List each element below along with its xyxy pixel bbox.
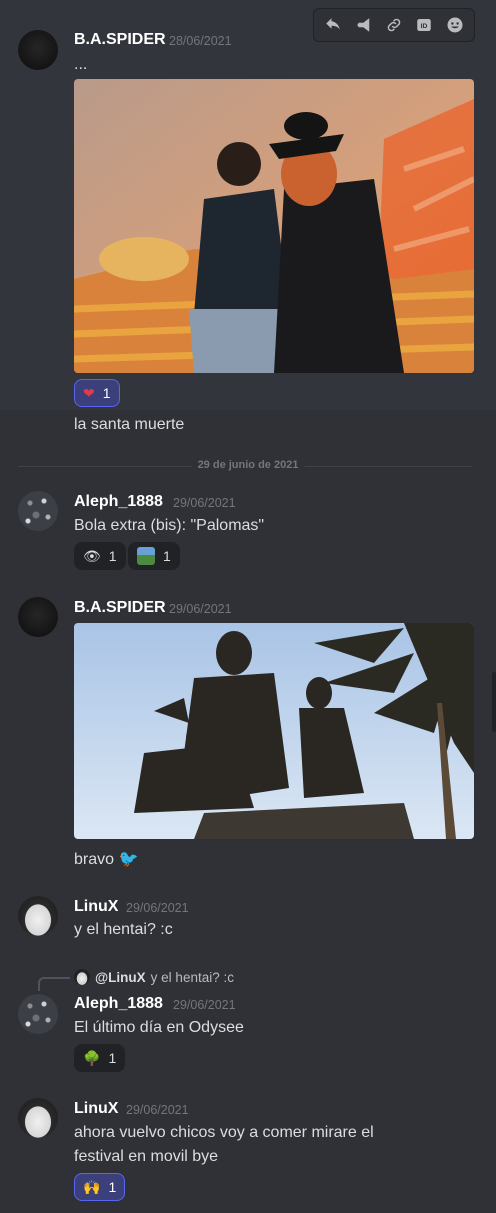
- reaction-count: 1: [108, 548, 117, 564]
- reply-username[interactable]: @LinuX: [95, 970, 146, 985]
- avatar[interactable]: [18, 1098, 58, 1138]
- username[interactable]: Aleph_1888: [74, 995, 163, 1013]
- message-text: ...: [74, 56, 88, 73]
- avatar[interactable]: [18, 994, 58, 1034]
- pin-icon[interactable]: [352, 13, 376, 37]
- reaction-count: 1: [108, 1179, 117, 1195]
- timestamp: 29/06/2021: [173, 998, 236, 1012]
- timestamp: 29/06/2021: [126, 1103, 189, 1117]
- scrollbar-thumb[interactable]: [492, 672, 496, 732]
- reply-connector: [38, 977, 70, 991]
- image-attachment[interactable]: [74, 79, 474, 373]
- reaction-count: 1: [163, 548, 171, 564]
- message-text: bravo 🐦: [74, 851, 139, 868]
- avatar[interactable]: [18, 896, 58, 936]
- username[interactable]: B.A.SPIDER: [74, 599, 166, 617]
- timestamp: 28/06/2021: [169, 34, 232, 48]
- reaction-custom-emoji[interactable]: 🌳 1: [74, 1044, 126, 1072]
- eye-icon: 👁: [83, 547, 101, 564]
- message-text-line-2: festival en movil bye: [74, 1148, 219, 1165]
- heart-icon: ❤: [83, 384, 95, 401]
- username[interactable]: LinuX: [74, 1100, 118, 1118]
- message-actions-toolbar: ID: [313, 8, 475, 42]
- date-divider-label: 29 de junio de 2021: [191, 459, 305, 471]
- timestamp: 29/06/2021: [126, 901, 189, 915]
- image-attachment[interactable]: [74, 623, 474, 839]
- username[interactable]: B.A.SPIDER: [74, 31, 166, 49]
- avatar[interactable]: [18, 597, 58, 637]
- reaction-custom-emoji[interactable]: 1: [128, 542, 180, 570]
- message-text: El último día en Odysee: [74, 1019, 244, 1036]
- custom-emoji-icon: [137, 547, 155, 565]
- emoji-icon[interactable]: [443, 13, 467, 37]
- raised-hands-icon: 🙌: [83, 1178, 101, 1195]
- reply-reference[interactable]: @LinuX y el hentai? :c: [74, 969, 234, 985]
- timestamp: 29/06/2021: [169, 602, 232, 616]
- reaction-count: 1: [102, 385, 111, 401]
- username[interactable]: LinuX: [74, 898, 118, 916]
- username[interactable]: Aleph_1888: [74, 493, 163, 511]
- tree-icon: 🌳: [83, 1049, 101, 1066]
- message-text: y el hentai? :c: [74, 921, 173, 938]
- reaction-eye[interactable]: 👁 1: [74, 542, 126, 570]
- link-icon[interactable]: [382, 13, 406, 37]
- reply-text: y el hentai? :c: [150, 969, 234, 985]
- reaction-raised-hands[interactable]: 🙌 1: [74, 1173, 126, 1201]
- reply-avatar: [74, 969, 90, 985]
- message-text-line-1: ahora vuelvo chicos voy a comer mirare e…: [74, 1124, 374, 1141]
- avatar[interactable]: [18, 30, 58, 70]
- reply-icon[interactable]: [321, 13, 345, 37]
- timestamp: 29/06/2021: [173, 496, 236, 510]
- message-text: Bola extra (bis): "Palomas": [74, 517, 265, 534]
- message-text: la santa muerte: [74, 416, 185, 433]
- id-icon-label: ID: [421, 23, 428, 30]
- reaction-heart[interactable]: ❤ 1: [74, 379, 120, 407]
- avatar[interactable]: [18, 491, 58, 531]
- reaction-count: 1: [108, 1050, 117, 1066]
- id-icon[interactable]: ID: [412, 13, 436, 37]
